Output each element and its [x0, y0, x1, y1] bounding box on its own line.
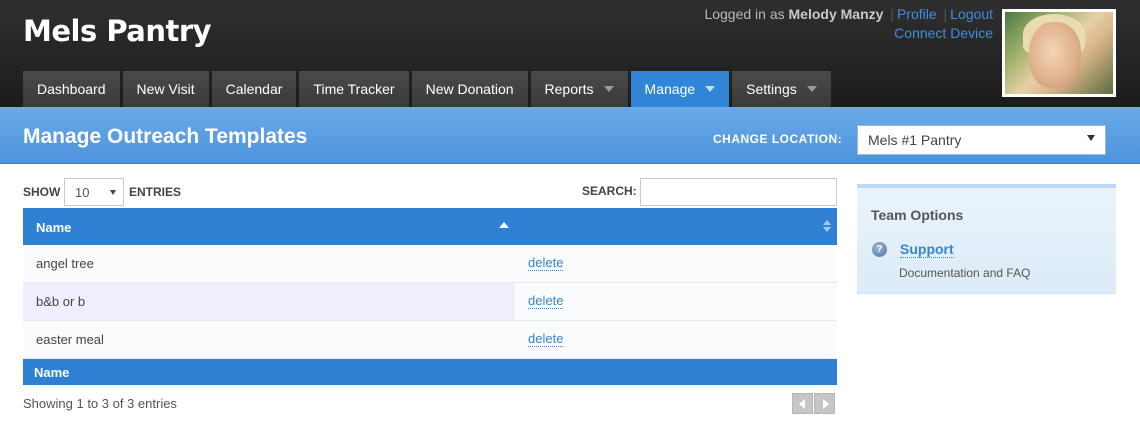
support-description: Documentation and FAQ	[899, 266, 1031, 280]
support-link[interactable]: Support	[900, 241, 954, 258]
column-header-name[interactable]: Name	[36, 220, 71, 235]
logged-in-prefix: Logged in as	[704, 6, 785, 22]
change-location-label: CHANGE LOCATION:	[713, 132, 843, 146]
page-title-bar: Manage Outreach Templates CHANGE LOCATIO…	[0, 107, 1140, 164]
chevron-down-icon	[603, 86, 614, 92]
nav-dashboard[interactable]: Dashboard	[23, 71, 120, 107]
nav-manage[interactable]: Manage	[630, 71, 730, 107]
page-title: Manage Outreach Templates	[23, 125, 308, 148]
table-row: b&b or b delete	[23, 283, 837, 321]
avatar-face	[1029, 22, 1081, 88]
delete-link[interactable]: delete	[528, 294, 564, 309]
nav-settings[interactable]: Settings	[732, 71, 831, 107]
user-name: Melody Manzy	[788, 6, 884, 22]
profile-link[interactable]: Profile	[897, 6, 937, 22]
app-header: Mels Pantry Logged in as Melody Manzy | P…	[0, 0, 1140, 107]
chevron-left-icon	[799, 399, 805, 409]
table-row: angel tree delete	[23, 245, 837, 283]
nav-calendar[interactable]: Calendar	[211, 71, 297, 107]
search-label: SEARCH:	[582, 184, 637, 198]
team-options-panel: Team Options ? Support Documentation and…	[857, 184, 1116, 294]
team-options-title: Team Options	[871, 207, 964, 223]
page-length-select[interactable]: 10	[64, 178, 124, 206]
nav-label: New Visit	[136, 81, 195, 97]
table-info: Showing 1 to 3 of 3 entries	[23, 396, 177, 411]
logout-link[interactable]: Logout	[950, 6, 993, 22]
sort-ascending-icon[interactable]	[499, 222, 509, 228]
chevron-right-icon	[823, 399, 829, 409]
delete-link[interactable]: delete	[528, 256, 564, 271]
help-icon: ?	[872, 242, 887, 257]
template-name: easter meal	[36, 332, 104, 347]
table-footer: Name	[23, 359, 837, 385]
nav-label: Reports	[544, 81, 594, 97]
table-header: Name	[23, 208, 837, 245]
nav-label: Calendar	[225, 81, 283, 97]
nav-label: Dashboard	[37, 81, 106, 97]
nav-reports[interactable]: Reports	[530, 71, 628, 107]
previous-page-button[interactable]	[792, 393, 813, 414]
delete-link[interactable]: delete	[528, 332, 564, 347]
user-bar: Logged in as Melody Manzy | Profile | Logo…	[704, 6, 993, 22]
divider: |	[890, 6, 894, 22]
nav-time-tracker[interactable]: Time Tracker	[299, 71, 409, 107]
chevron-down-icon	[110, 190, 116, 195]
nav-label: Settings	[746, 81, 797, 97]
chevron-down-icon	[1087, 135, 1095, 141]
divider: |	[943, 6, 948, 22]
nav-label: Time Tracker	[313, 81, 395, 97]
next-page-button[interactable]	[814, 393, 835, 414]
show-label: SHOW	[23, 185, 61, 199]
app-title[interactable]: Mels Pantry	[23, 14, 212, 48]
template-name: b&b or b	[23, 283, 514, 320]
nav-label: New Donation	[425, 81, 514, 97]
page-length-value: 10	[75, 185, 90, 200]
templates-table: Name angel tree delete b&b or b delete e…	[23, 208, 837, 385]
table-row: easter meal delete	[23, 321, 837, 359]
entries-label: ENTRIES	[129, 185, 182, 199]
template-name: angel tree	[36, 256, 94, 271]
connect-device-link[interactable]: Connect Device	[894, 25, 993, 41]
location-select[interactable]: Mels #1 Pantry	[857, 125, 1106, 155]
sort-icon[interactable]	[823, 220, 831, 232]
nav-label: Manage	[644, 81, 696, 97]
avatar[interactable]	[1002, 9, 1116, 97]
chevron-down-icon	[806, 86, 817, 92]
nav-new-visit[interactable]: New Visit	[122, 71, 209, 107]
nav-new-donation[interactable]: New Donation	[411, 71, 528, 107]
chevron-down-icon	[705, 86, 716, 92]
main-nav: Dashboard New Visit Calendar Time Tracke…	[23, 71, 831, 107]
search-input[interactable]	[640, 178, 837, 206]
location-value: Mels #1 Pantry	[868, 132, 962, 148]
